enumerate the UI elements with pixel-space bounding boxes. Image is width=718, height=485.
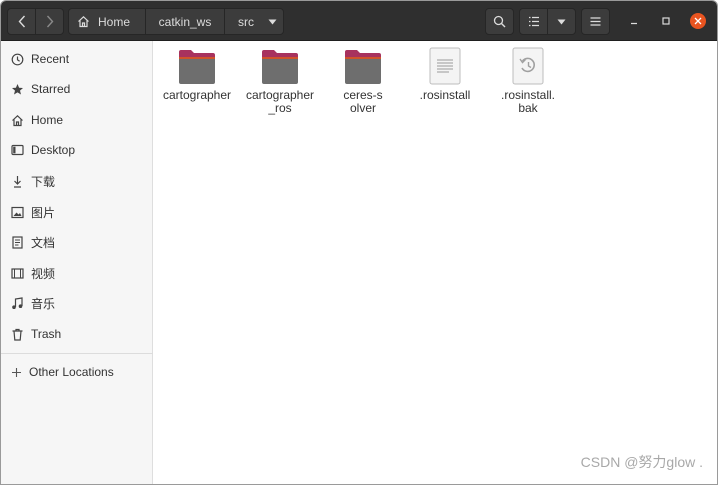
desktop-icon <box>11 144 24 156</box>
trash-icon <box>12 328 23 341</box>
sidebar-item-label: Home <box>31 113 64 127</box>
folder-icon <box>179 50 215 84</box>
chevron-right-icon <box>46 15 53 28</box>
sidebar-item-label: 视频 <box>31 266 56 281</box>
list-view-button[interactable] <box>519 8 548 35</box>
breadcrumb-home-label: Home <box>98 14 131 29</box>
watermark: CSDN @努力glow . <box>580 454 703 470</box>
minimize-button[interactable] <box>626 13 642 29</box>
video-icon <box>11 267 24 279</box>
close-button[interactable] <box>690 13 706 29</box>
sidebar-item-label: Recent <box>31 52 70 66</box>
music-icon <box>12 296 23 309</box>
folder-icon <box>345 50 381 84</box>
file-name: .rosinstall.bak <box>500 88 556 115</box>
sidebar-item-downloads[interactable]: 下载 <box>1 167 153 195</box>
file-item-cartographer-ros[interactable]: cartographer_ros <box>240 47 320 115</box>
plus-icon <box>12 367 21 377</box>
file-name: ceres-solver <box>343 88 383 115</box>
sidebar-item-label: 文档 <box>31 235 56 250</box>
sidebar-item-other-locations[interactable]: Other Locations <box>1 358 153 386</box>
sidebar-item-recent[interactable]: Recent <box>1 45 153 73</box>
sidebar-item-documents[interactable]: 文档 <box>1 228 153 256</box>
sidebar-item-videos[interactable]: 视频 <box>1 259 153 287</box>
back-button[interactable] <box>7 8 36 35</box>
sidebar-item-starred[interactable]: Starred <box>1 75 153 103</box>
sidebar-item-desktop[interactable]: Desktop <box>1 136 153 164</box>
breadcrumb-catkin-ws[interactable]: catkin_ws <box>145 8 225 35</box>
sidebar-item-label: Trash <box>31 327 62 341</box>
maximize-icon <box>662 17 670 25</box>
file-manager-window: Home catkin_ws src Recent Starred Home D… <box>0 0 718 485</box>
document-icon <box>12 235 23 249</box>
chevron-down-icon <box>268 19 277 24</box>
search-icon <box>493 15 506 28</box>
sidebar: Recent Starred Home Desktop 下载 图片 文档 视频 <box>1 41 153 484</box>
sidebar-item-label: 下载 <box>31 174 56 189</box>
file-item-ceres-solver[interactable]: ceres-solver <box>323 47 403 115</box>
clock-icon <box>11 53 24 65</box>
file-item-rosinstall-bak[interactable]: .rosinstall.bak <box>488 47 568 115</box>
home-icon <box>78 15 89 28</box>
sidebar-item-label: Starred <box>31 82 71 96</box>
list-view-icon <box>528 16 539 27</box>
main-menu-button[interactable] <box>581 8 610 35</box>
forward-button[interactable] <box>35 8 64 35</box>
chevron-left-icon <box>18 15 25 28</box>
file-grid: cartographer cartographer_ros ceres-solv… <box>154 41 717 484</box>
backup-file-icon <box>512 47 544 85</box>
sidebar-item-trash[interactable]: Trash <box>1 320 153 348</box>
breadcrumb-catkin-ws-label: catkin_ws <box>158 14 212 29</box>
close-icon <box>694 17 702 25</box>
maximize-button[interactable] <box>658 13 674 29</box>
file-name: cartographer_ros <box>245 88 315 115</box>
folder-icon <box>262 50 298 84</box>
sidebar-item-label: Other Locations <box>29 365 114 379</box>
minimize-icon <box>631 22 637 25</box>
sidebar-item-label: 音乐 <box>31 296 56 311</box>
view-options-button[interactable] <box>547 8 576 35</box>
picture-icon <box>11 206 24 218</box>
file-name: .rosinstall <box>419 88 471 102</box>
sidebar-divider <box>1 353 153 354</box>
file-item-cartographer[interactable]: cartographer <box>157 47 237 102</box>
header-bar: Home catkin_ws src <box>1 1 717 41</box>
star-icon <box>12 83 23 94</box>
breadcrumb-src[interactable]: src <box>224 8 284 35</box>
search-button[interactable] <box>485 8 514 35</box>
breadcrumb-home[interactable]: Home <box>68 8 146 35</box>
breadcrumb-src-label: src <box>238 14 254 29</box>
sidebar-item-home[interactable]: Home <box>1 106 153 134</box>
chevron-down-icon <box>557 19 566 24</box>
text-file-icon <box>429 47 461 85</box>
sidebar-item-pictures[interactable]: 图片 <box>1 198 153 226</box>
home-icon <box>12 114 23 126</box>
sidebar-item-music[interactable]: 音乐 <box>1 289 153 317</box>
hamburger-menu-icon <box>590 17 601 26</box>
file-item-rosinstall[interactable]: .rosinstall <box>405 47 485 102</box>
sidebar-item-label: Desktop <box>31 143 76 157</box>
sidebar-item-label: 图片 <box>31 205 56 220</box>
file-name: cartographer <box>162 88 232 102</box>
download-icon <box>14 175 21 188</box>
